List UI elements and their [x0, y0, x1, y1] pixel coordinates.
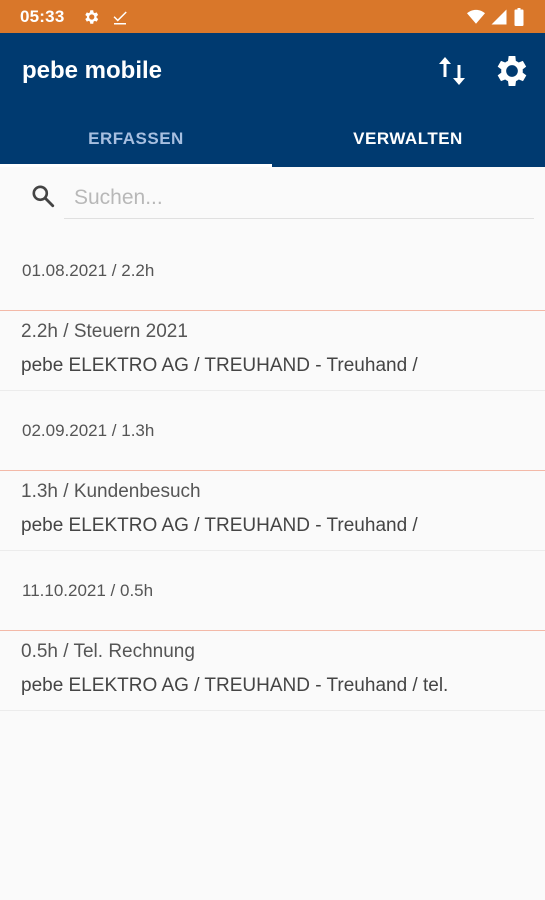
entry-title: 2.2h / Steuern 2021	[21, 321, 188, 342]
entry-subtitle: pebe ELEKTRO AG / TREUHAND - Treuhand / …	[21, 675, 449, 696]
entry-subtitle: pebe ELEKTRO AG / TREUHAND - Treuhand /	[21, 515, 418, 536]
app-bar: pebe mobile ERFASSEN VERWALTEN	[0, 33, 545, 167]
list-item[interactable]: 2.2h / Steuern 2021 pebe ELEKTRO AG / TR…	[0, 311, 545, 391]
app-title: pebe mobile	[22, 57, 163, 84]
entry-title: 1.3h / Kundenbesuch	[21, 481, 201, 502]
wifi-icon	[467, 9, 485, 24]
entry-list: 01.08.2021 / 2.2h 2.2h / Steuern 2021 pe…	[0, 231, 545, 711]
search-bar	[0, 167, 545, 225]
signal-icon	[491, 9, 507, 25]
battery-icon	[514, 8, 524, 26]
settings-icon	[85, 10, 99, 24]
search-input[interactable]	[64, 177, 534, 219]
entry-subtitle: pebe ELEKTRO AG / TREUHAND - Treuhand /	[21, 355, 418, 376]
download-done-icon	[113, 11, 127, 25]
list-item[interactable]: 0.5h / Tel. Rechnung pebe ELEKTRO AG / T…	[0, 631, 545, 711]
tab-erfassen[interactable]: ERFASSEN	[0, 125, 272, 167]
status-time: 05:33	[20, 7, 65, 26]
sync-arrows-icon[interactable]	[432, 51, 472, 91]
date-group-header: 01.08.2021 / 2.2h	[0, 231, 545, 311]
entry-title: 0.5h / Tel. Rechnung	[21, 641, 195, 662]
date-group-header: 02.09.2021 / 1.3h	[0, 391, 545, 471]
settings-icon[interactable]	[492, 51, 532, 91]
list-item[interactable]: 1.3h / Kundenbesuch pebe ELEKTRO AG / TR…	[0, 471, 545, 551]
tab-bar: ERFASSEN VERWALTEN	[0, 125, 545, 167]
status-bar: 05:33	[0, 0, 545, 33]
search-icon	[32, 185, 55, 208]
date-group-header: 11.10.2021 / 0.5h	[0, 551, 545, 631]
tab-verwalten[interactable]: VERWALTEN	[272, 125, 544, 167]
